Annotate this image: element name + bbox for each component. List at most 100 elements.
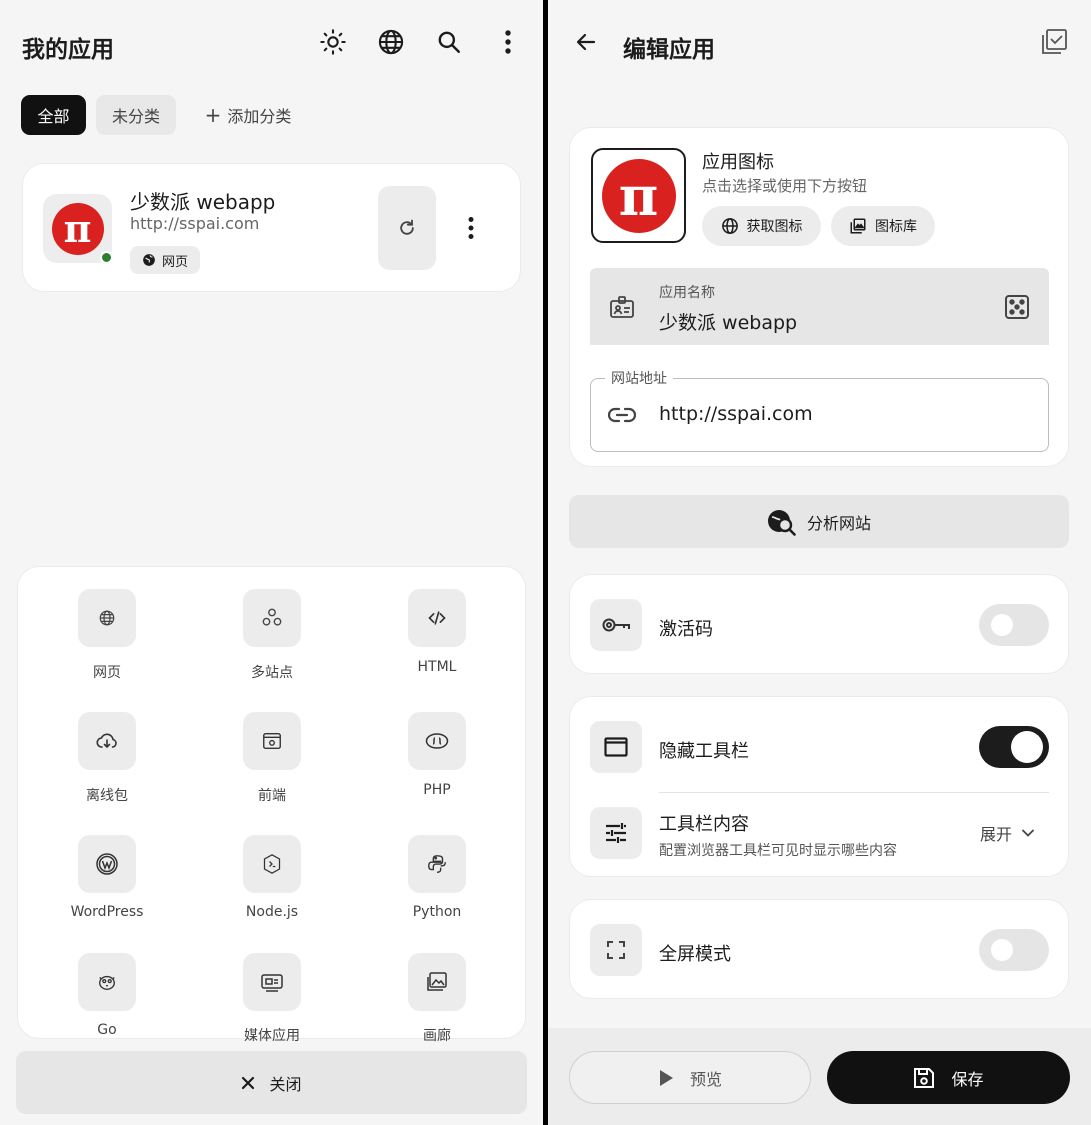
website-url-value: http://sspai.com xyxy=(659,403,813,425)
app-icon: π xyxy=(43,194,113,264)
wordpress-icon xyxy=(96,853,118,875)
type-label: Python xyxy=(412,904,462,920)
tab-uncategorized[interactable]: 未分类 xyxy=(96,95,176,135)
app-more-button[interactable] xyxy=(456,208,486,248)
page-title: 我的应用 xyxy=(22,37,114,63)
toolbar-content-select[interactable]: 展开 xyxy=(980,821,1034,845)
window-icon-box xyxy=(590,721,642,773)
tune-icon xyxy=(606,823,626,843)
save-label: 保存 xyxy=(951,1069,984,1089)
type-python-button[interactable] xyxy=(408,835,466,893)
add-category-label: 添加分类 xyxy=(227,107,292,126)
back-button[interactable] xyxy=(568,24,604,60)
preview-label: 预览 xyxy=(689,1069,722,1089)
type-gallery-button[interactable] xyxy=(408,953,466,1011)
dice-icon[interactable] xyxy=(1004,294,1030,320)
app-type-badge: 网页 xyxy=(130,246,201,274)
type-label: 前端 xyxy=(258,788,286,804)
web-asset-icon xyxy=(604,737,628,757)
checklist-icon xyxy=(1042,29,1067,54)
divider xyxy=(659,792,1049,793)
link-icon xyxy=(608,407,636,423)
badge-icon xyxy=(610,296,634,318)
type-offline-button[interactable] xyxy=(78,712,136,770)
more-menu-button[interactable] xyxy=(488,22,528,62)
type-webpage-button[interactable] xyxy=(78,589,136,647)
type-media-button[interactable] xyxy=(243,953,301,1011)
app-url: http://sspai.com xyxy=(130,214,260,233)
preview-button[interactable]: 预览 xyxy=(569,1051,811,1104)
analyze-site-button[interactable]: 分析网站 xyxy=(569,495,1069,548)
save-icon xyxy=(914,1067,935,1088)
key-icon-box xyxy=(590,599,642,651)
bottom-action-bar: 预览 保存 xyxy=(548,1028,1091,1125)
type-nodejs-button[interactable] xyxy=(243,835,301,893)
app-info-card: π 应用图标 点击选择或使用下方按钮 获取图标 图标库 应用名称 少数派 web… xyxy=(569,127,1069,467)
key-icon xyxy=(602,618,630,632)
app-type-sheet: 网页 多站点 HTML 离线包 前端 PHP WordPress Node.js… xyxy=(17,566,526,1044)
icon-section-hint: 点击选择或使用下方按钮 xyxy=(702,177,868,195)
activation-code-switch[interactable] xyxy=(979,604,1049,646)
close-label: 关闭 xyxy=(269,1074,302,1094)
close-button[interactable]: 关闭 xyxy=(16,1051,527,1114)
more-vert-icon xyxy=(468,217,474,239)
hide-toolbar-label: 隐藏工具栏 xyxy=(659,741,749,762)
toolbar-settings-card: 隐藏工具栏 工具栏内容 配置浏览器工具栏可见时显示哪些内容 展开 xyxy=(569,696,1069,877)
type-label: 离线包 xyxy=(86,788,128,804)
activation-code-card: 激活码 xyxy=(569,574,1069,674)
fullscreen-icon xyxy=(607,941,625,959)
search-icon xyxy=(438,31,460,53)
page-title: 编辑应用 xyxy=(623,37,715,63)
hide-toolbar-switch[interactable] xyxy=(979,726,1049,768)
type-wordpress-button[interactable] xyxy=(78,835,136,893)
toolbar-content-desc: 配置浏览器工具栏可见时显示哪些内容 xyxy=(659,843,897,859)
search-button[interactable] xyxy=(429,22,469,62)
globe-icon xyxy=(721,218,738,234)
app-name-field[interactable]: 应用名称 少数派 webapp xyxy=(590,268,1049,345)
icon-library-label: 图标库 xyxy=(875,219,917,235)
gallery-icon xyxy=(427,972,447,991)
analyze-site-label: 分析网站 xyxy=(806,513,871,533)
cloud-download-icon xyxy=(96,733,117,749)
website-url-field[interactable]: 网站地址 http://sspai.com xyxy=(590,368,1049,452)
travel-explore-icon xyxy=(767,509,796,536)
plus-icon: + xyxy=(204,103,222,127)
language-button[interactable] xyxy=(371,22,411,62)
type-multisite-button[interactable] xyxy=(243,589,301,647)
type-label: 画廊 xyxy=(423,1028,451,1044)
type-html-button[interactable] xyxy=(408,589,466,647)
website-url-label: 网站地址 xyxy=(605,368,673,388)
app-card[interactable]: π 少数派 webapp http://sspai.com 网页 xyxy=(22,163,521,292)
php-icon xyxy=(425,733,449,749)
fetch-icon-button[interactable]: 获取图标 xyxy=(702,206,821,246)
refresh-button[interactable] xyxy=(378,186,436,270)
fullscreen-switch[interactable] xyxy=(979,929,1049,971)
icon-library-button[interactable]: 图标库 xyxy=(831,206,935,246)
media-icon xyxy=(261,974,283,992)
type-go-button[interactable] xyxy=(78,953,136,1011)
type-label: HTML xyxy=(417,659,457,675)
app-name-value: 少数派 webapp xyxy=(659,312,798,334)
activation-code-label: 激活码 xyxy=(659,619,713,640)
type-php-button[interactable] xyxy=(408,712,466,770)
fetch-icon-label: 获取图标 xyxy=(746,219,803,235)
nodejs-icon xyxy=(263,854,281,874)
select-all-button[interactable] xyxy=(1036,24,1072,60)
save-button[interactable]: 保存 xyxy=(827,1051,1070,1104)
tab-all[interactable]: 全部 xyxy=(21,95,86,135)
theme-toggle-button[interactable] xyxy=(313,22,353,62)
tune-icon-box xyxy=(590,807,642,859)
fullscreen-icon-box xyxy=(590,924,642,976)
photo-library-icon xyxy=(850,218,866,234)
add-category-button[interactable]: + 添加分类 xyxy=(196,95,300,135)
status-dot xyxy=(100,251,113,264)
app-icon-picker[interactable]: π xyxy=(591,148,686,243)
type-label: Go xyxy=(97,1022,117,1038)
globe-icon xyxy=(99,610,115,626)
type-frontend-button[interactable] xyxy=(243,712,301,770)
type-label: Node.js xyxy=(245,904,299,920)
type-label: 网页 xyxy=(93,665,121,681)
close-icon xyxy=(242,1076,255,1089)
icon-section-title: 应用图标 xyxy=(702,152,774,173)
fullscreen-card: 全屏模式 xyxy=(569,899,1069,999)
